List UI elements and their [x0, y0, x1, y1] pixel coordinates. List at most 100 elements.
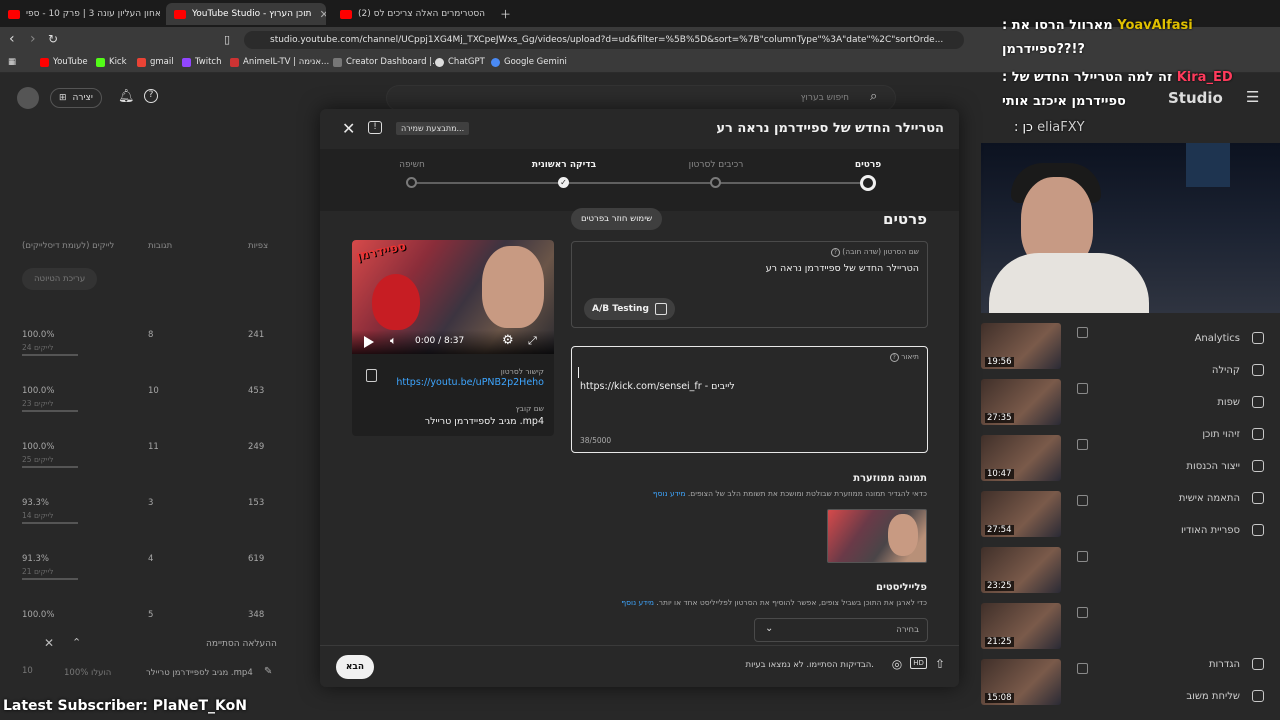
- step-details-dot[interactable]: [860, 175, 876, 191]
- row-checkbox[interactable]: [1077, 607, 1088, 618]
- sidebar-item-5[interactable]: התאמה אישית: [1179, 492, 1264, 504]
- sidebar-item-7[interactable]: הגדרות: [1209, 658, 1264, 670]
- browser-tab-1[interactable]: האחון העליון עונה 3 | פרק 10 - ספי: [0, 3, 160, 25]
- sidebar-item-icon: [1252, 428, 1264, 440]
- step-details-label[interactable]: פרטים: [855, 160, 881, 170]
- bookmark-creator-dashboard[interactable]: Creator Dashboard |...: [333, 57, 440, 67]
- bookmark-label: Kick: [109, 57, 127, 67]
- row-checkbox[interactable]: [1077, 495, 1088, 506]
- row-checkbox[interactable]: [1077, 383, 1088, 394]
- bookmark-animeil[interactable]: AnimeIL-TV | אנימה...: [230, 57, 329, 67]
- chat-text: : כן: [1014, 120, 1033, 135]
- feedback-icon[interactable]: !: [368, 121, 382, 134]
- sidebar-item-4[interactable]: ייצור הכנסות: [1186, 460, 1264, 472]
- help-icon[interactable]: ?: [144, 89, 158, 103]
- upload-filename: מגיב לספיידרמן טריילר .mp4: [146, 668, 253, 678]
- chevron-up-icon[interactable]: ⌃: [72, 636, 81, 649]
- next-button[interactable]: הבא: [336, 655, 374, 679]
- sidebar-item-8[interactable]: שליחת משוב: [1186, 690, 1264, 702]
- edit-draft-button[interactable]: עריכת הטיוטה: [22, 268, 98, 290]
- search-icon[interactable]: ⌕: [870, 89, 877, 104]
- description-field[interactable]: ? תיאור לייבים - https://kick.com/sensei…: [571, 346, 928, 453]
- chat-message-3: : כן eliaFXY: [1014, 120, 1085, 135]
- bookmark-kick[interactable]: Kick: [96, 57, 127, 67]
- close-tab-icon[interactable]: ✕: [485, 8, 492, 21]
- play-icon[interactable]: [364, 336, 374, 348]
- create-button[interactable]: ⊞ יצירה: [50, 88, 102, 108]
- column-header-likes[interactable]: לייקים (לעומת דיסלייקים): [22, 241, 114, 251]
- video-thumbnail[interactable]: 27:54: [981, 491, 1061, 537]
- status-icons: ◎ HD ⇧: [892, 657, 945, 671]
- sidebar-item-2[interactable]: שפות: [1217, 396, 1264, 408]
- learn-more-link[interactable]: מידע נוסף: [621, 598, 654, 607]
- forward-icon[interactable]: ›: [30, 31, 36, 47]
- browser-tab-3[interactable]: (2) הסטרימרים האלה צריכים לס ✕: [332, 3, 492, 25]
- video-thumbnail[interactable]: 10:47: [981, 435, 1061, 481]
- step-video-elements-dot[interactable]: [710, 177, 721, 188]
- volume-icon[interactable]: 🔈︎: [390, 334, 397, 348]
- reload-icon[interactable]: ↻: [48, 32, 58, 46]
- studio-search-input[interactable]: חיפוש בערוץ: [386, 85, 896, 111]
- checkmark-icon[interactable]: ✓: [558, 177, 569, 188]
- sidebar-item-icon: [1252, 690, 1264, 702]
- row-checkbox[interactable]: [1077, 439, 1088, 450]
- help-icon[interactable]: ?: [830, 247, 840, 257]
- step-visibility-dot[interactable]: [406, 177, 417, 188]
- ab-testing-label: A/B Testing: [592, 304, 649, 314]
- bookmark-gemini[interactable]: Google Gemini: [491, 57, 567, 67]
- bookmark-label: AnimeIL-TV | אנימה...: [243, 57, 330, 67]
- column-header-views[interactable]: צפיות: [248, 241, 268, 251]
- close-tab-icon[interactable]: ✕: [311, 8, 326, 21]
- comments-count: 4: [148, 554, 154, 564]
- bell-icon[interactable]: 🔔︎: [118, 89, 135, 104]
- apps-icon[interactable]: ▦: [8, 57, 16, 67]
- row-checkbox[interactable]: [1077, 327, 1088, 338]
- copy-icon[interactable]: [366, 369, 377, 382]
- bookmark-icon[interactable]: ▯: [224, 33, 230, 46]
- column-header-comments[interactable]: תגובות: [148, 241, 172, 251]
- video-thumbnail[interactable]: 21:25: [981, 603, 1061, 649]
- sidebar-item-6[interactable]: ספריית האודיו: [1181, 524, 1264, 536]
- browser-tab-2[interactable]: YouTube Studio - תוכן הערוץ ✕: [166, 3, 326, 25]
- sidebar-item-1[interactable]: קהילה: [1212, 364, 1264, 376]
- playlist-select[interactable]: בחירה ⌄: [754, 618, 928, 642]
- video-thumbnail[interactable]: 23:25: [981, 547, 1061, 593]
- bookmark-youtube[interactable]: YouTube: [40, 57, 88, 67]
- description-input-value[interactable]: לייבים - https://kick.com/sensei_fr: [580, 381, 735, 392]
- video-thumbnail[interactable]: 15:08: [981, 659, 1061, 705]
- bookmark-gmail[interactable]: gmail: [137, 57, 174, 67]
- help-icon[interactable]: ?: [889, 352, 899, 362]
- edit-pencil-icon[interactable]: ✎: [264, 666, 272, 677]
- bookmark-chatgpt[interactable]: ChatGPT: [435, 57, 485, 67]
- step-visibility-label[interactable]: חשיפה: [399, 160, 425, 170]
- dialog-footer: הבא הבדיקות הסתיימו. לא נמצאו בעיות. ◎ H…: [320, 645, 959, 687]
- video-thumbnail[interactable]: 19:56: [981, 323, 1061, 369]
- row-checkbox[interactable]: [1077, 663, 1088, 674]
- settings-gear-icon[interactable]: ⚙: [502, 333, 514, 348]
- title-input-value[interactable]: הטריילר החדש של ספיידרמן נראה רע: [766, 263, 919, 274]
- stepper-line: [412, 182, 867, 184]
- close-icon[interactable]: ✕: [44, 636, 54, 650]
- back-icon[interactable]: ‹: [9, 31, 15, 47]
- video-player[interactable]: ספיידרמן 🔈︎ 0:00 / 8:37 ⚙ ⤢: [352, 240, 554, 354]
- step-video-elements-label[interactable]: רכיבים לסרטון: [689, 160, 744, 170]
- sidebar-item-3[interactable]: זיהוי תוכן: [1202, 428, 1264, 440]
- fullscreen-icon[interactable]: ⤢: [528, 334, 537, 348]
- avatar[interactable]: [17, 87, 39, 109]
- close-icon[interactable]: ✕: [342, 119, 355, 138]
- label-text: שם הסרטון (שדה חובה): [842, 247, 919, 256]
- dialog-title: הטריילר החדש של ספיידרמן נראה רע: [716, 121, 944, 136]
- menu-icon[interactable]: ☰: [1246, 88, 1259, 106]
- ab-testing-button[interactable]: A/B Testing: [584, 298, 675, 320]
- row-checkbox[interactable]: [1077, 551, 1088, 562]
- reuse-details-button[interactable]: שימוש חוזר בפרטים: [571, 208, 663, 230]
- bookmark-twitch[interactable]: Twitch: [182, 57, 222, 67]
- url-field[interactable]: studio.youtube.com/channel/UCppj1XG4Mj_T…: [244, 31, 964, 49]
- video-link[interactable]: https://youtu.be/uPNB2p2Heho: [396, 377, 544, 388]
- sidebar-item-0[interactable]: Analytics: [1195, 332, 1264, 344]
- video-thumbnail[interactable]: 27:35: [981, 379, 1061, 425]
- step-checks-label[interactable]: בדיקה ראשונית: [532, 160, 596, 170]
- new-tab-icon[interactable]: ＋: [500, 6, 511, 22]
- learn-more-link[interactable]: מידע נוסף: [653, 489, 686, 498]
- custom-thumbnail[interactable]: [827, 509, 927, 563]
